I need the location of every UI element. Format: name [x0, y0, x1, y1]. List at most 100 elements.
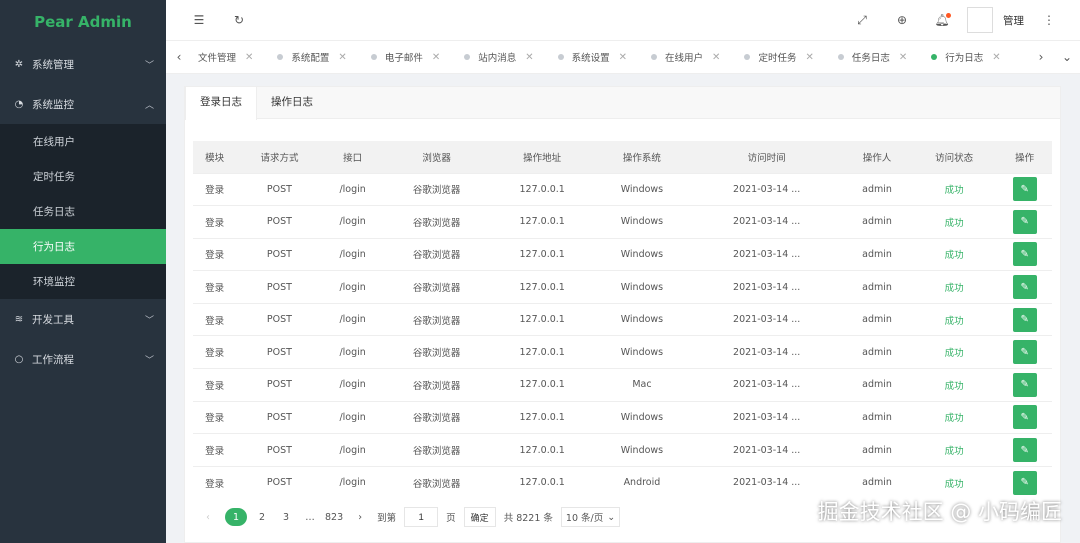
close-icon[interactable]: ✕ [338, 52, 346, 63]
table-header-row: 模块 请求方式 接口 浏览器 操作地址 操作系统 访问时间 操作人 访问状态 操作 [193, 141, 1052, 173]
table-cell: 登录 [193, 270, 237, 304]
edit-button[interactable]: ✎ [1012, 405, 1037, 430]
page-tab-6[interactable]: 定时任务 ✕ [730, 40, 823, 74]
tabs-menu-icon[interactable]: ⌄ [1054, 40, 1080, 74]
page-number[interactable]: 2 [253, 508, 271, 526]
edit-button[interactable]: ✎ [1012, 340, 1037, 365]
page-tab-4[interactable]: 系统设置 ✕ [544, 40, 637, 74]
fullscreen-icon[interactable]: ⤢ [847, 0, 877, 40]
table-cell: admin [843, 335, 911, 369]
table-cell: Mac [593, 368, 691, 402]
table-cell: /login [322, 465, 383, 499]
table-cell: 登录 [193, 433, 237, 467]
table-cell: Android [593, 465, 691, 499]
tab-dot-icon [370, 54, 377, 60]
table-cell: 谷歌浏览器 [382, 270, 491, 304]
table-cell: Windows [593, 433, 691, 467]
more-icon[interactable]: ⋮ [1034, 0, 1064, 40]
sidebar-menu-0[interactable]: ✲ 系统管理 ﹀ [0, 44, 166, 84]
sidebar-item-0[interactable]: 在线用户 [0, 124, 166, 159]
table-cell: 127.0.0.1 [490, 433, 594, 467]
tabs-next-icon[interactable]: › [1028, 40, 1054, 74]
page-tab-7[interactable]: 任务日志 ✕ [824, 40, 917, 74]
edit-button[interactable]: ✎ [1012, 177, 1037, 202]
refresh-icon[interactable]: ↻ [224, 0, 254, 40]
globe-icon[interactable]: ⊕ [887, 0, 917, 40]
close-icon[interactable]: ✕ [992, 52, 1000, 63]
table-cell: 登录 [193, 368, 237, 402]
jump-prefix: 到第 [377, 513, 397, 524]
tabs-prev-icon[interactable]: ‹ [166, 40, 192, 74]
edit-button[interactable]: ✎ [1012, 372, 1037, 397]
page-tab-8[interactable]: 行为日志 ✕ [917, 40, 1010, 74]
tab-label: 文件管理 [198, 53, 237, 64]
column-header: 浏览器 [382, 141, 491, 173]
page-number[interactable]: 823 [325, 508, 343, 526]
table-cell: 登录 [193, 172, 237, 206]
close-icon[interactable]: ✕ [525, 52, 533, 63]
edit-icon: ✎ [1020, 346, 1029, 358]
sidebar-item-3[interactable]: 行为日志 [0, 229, 166, 264]
table-cell: /login [322, 237, 383, 271]
next-page-icon[interactable]: › [351, 508, 369, 526]
page-tab-0[interactable]: 文件管理 ✕ [192, 40, 263, 74]
menu-toggle-icon[interactable]: ☰ [184, 0, 214, 40]
page-numbers: 1 2 3 … 823 [225, 508, 343, 526]
page-tab-2[interactable]: 电子邮件 ✕ [357, 40, 450, 74]
close-icon[interactable]: ✕ [899, 52, 907, 63]
close-icon[interactable]: ✕ [245, 52, 253, 63]
page-size-select[interactable]: 10 条/页 ⌄ [560, 507, 621, 527]
pagination: ‹ 123 … 823 › 到第 页 确定 共 8221 条 10 条/页 ⌄ [199, 507, 621, 527]
table-row: 登录 POST/login 谷歌浏览器 127.0.0.1 Windows 2021-03… [193, 205, 1052, 239]
brand-logo[interactable]: Pear Admin [0, 0, 166, 44]
table-cell: 2021-03-14 ... [690, 433, 844, 467]
table-cell: 2021-03-14 ... [690, 205, 844, 239]
total-count: 共 8221 条 [503, 513, 553, 524]
close-icon[interactable]: ✕ [619, 52, 627, 63]
edit-button[interactable]: ✎ [1012, 470, 1037, 495]
edit-icon: ✎ [1020, 314, 1029, 326]
table-cell: admin [843, 465, 911, 499]
subtab-0[interactable]: 登录日志 [185, 87, 257, 120]
table-row: 登录 POST/login 谷歌浏览器 127.0.0.1 Windows 2021-03… [193, 270, 1052, 304]
edit-icon: ✎ [1020, 216, 1029, 228]
table-cell: Windows [593, 172, 691, 206]
edit-button[interactable]: ✎ [1012, 275, 1037, 300]
page-tab-5[interactable]: 在线用户 ✕ [637, 40, 730, 74]
close-icon[interactable]: ✕ [712, 52, 720, 63]
sidebar-menu-1[interactable]: ◔ 系统监控 ︿ [0, 84, 166, 124]
prev-page-icon[interactable]: ‹ [199, 508, 217, 526]
tab-label: 行为日志 [945, 53, 984, 64]
column-header: 操作 [997, 141, 1052, 173]
edit-button[interactable]: ✎ [1012, 307, 1037, 332]
table-cell: Windows [593, 205, 691, 239]
avatar[interactable] [967, 7, 993, 33]
table-cell: 2021-03-14 ... [690, 302, 844, 336]
edit-icon: ✎ [1020, 411, 1029, 423]
close-icon[interactable]: ✕ [432, 52, 440, 63]
page-number[interactable]: 3 [277, 508, 295, 526]
sidebar-item-4[interactable]: 环境监控 [0, 264, 166, 299]
close-icon[interactable]: ✕ [805, 52, 813, 63]
user-name[interactable]: 管理 [1003, 13, 1024, 28]
page-tab-3[interactable]: 站内消息 ✕ [450, 40, 543, 74]
edit-button[interactable]: ✎ [1012, 242, 1037, 267]
sidebar-item-1[interactable]: 定时任务 [0, 159, 166, 194]
sidebar-menu-2[interactable]: ≋ 开发工具 ﹀ [0, 299, 166, 339]
sidebar-item-2[interactable]: 任务日志 [0, 194, 166, 229]
edit-button[interactable]: ✎ [1012, 438, 1037, 463]
table-cell: 127.0.0.1 [490, 465, 594, 499]
table-cell: POST [236, 400, 323, 434]
jump-page-input[interactable] [404, 507, 439, 527]
chevron-down-icon: ﹀ [144, 355, 154, 366]
page-number[interactable]: 1 [225, 508, 247, 526]
page-tab-1[interactable]: 系统配置 ✕ [263, 40, 356, 74]
edit-button[interactable]: ✎ [1012, 209, 1037, 234]
table-cell: 谷歌浏览器 [382, 237, 491, 271]
page-size-value: 10 条/页 [565, 513, 604, 524]
sidebar-menu-3[interactable]: ○ 工作流程 ﹀ [0, 339, 166, 379]
subtab-1[interactable]: 操作日志 [257, 87, 327, 118]
bell-icon[interactable]: 🔔︎ [927, 0, 957, 40]
jump-confirm-button[interactable]: 确定 [463, 507, 496, 527]
table-cell: /login [322, 172, 383, 206]
